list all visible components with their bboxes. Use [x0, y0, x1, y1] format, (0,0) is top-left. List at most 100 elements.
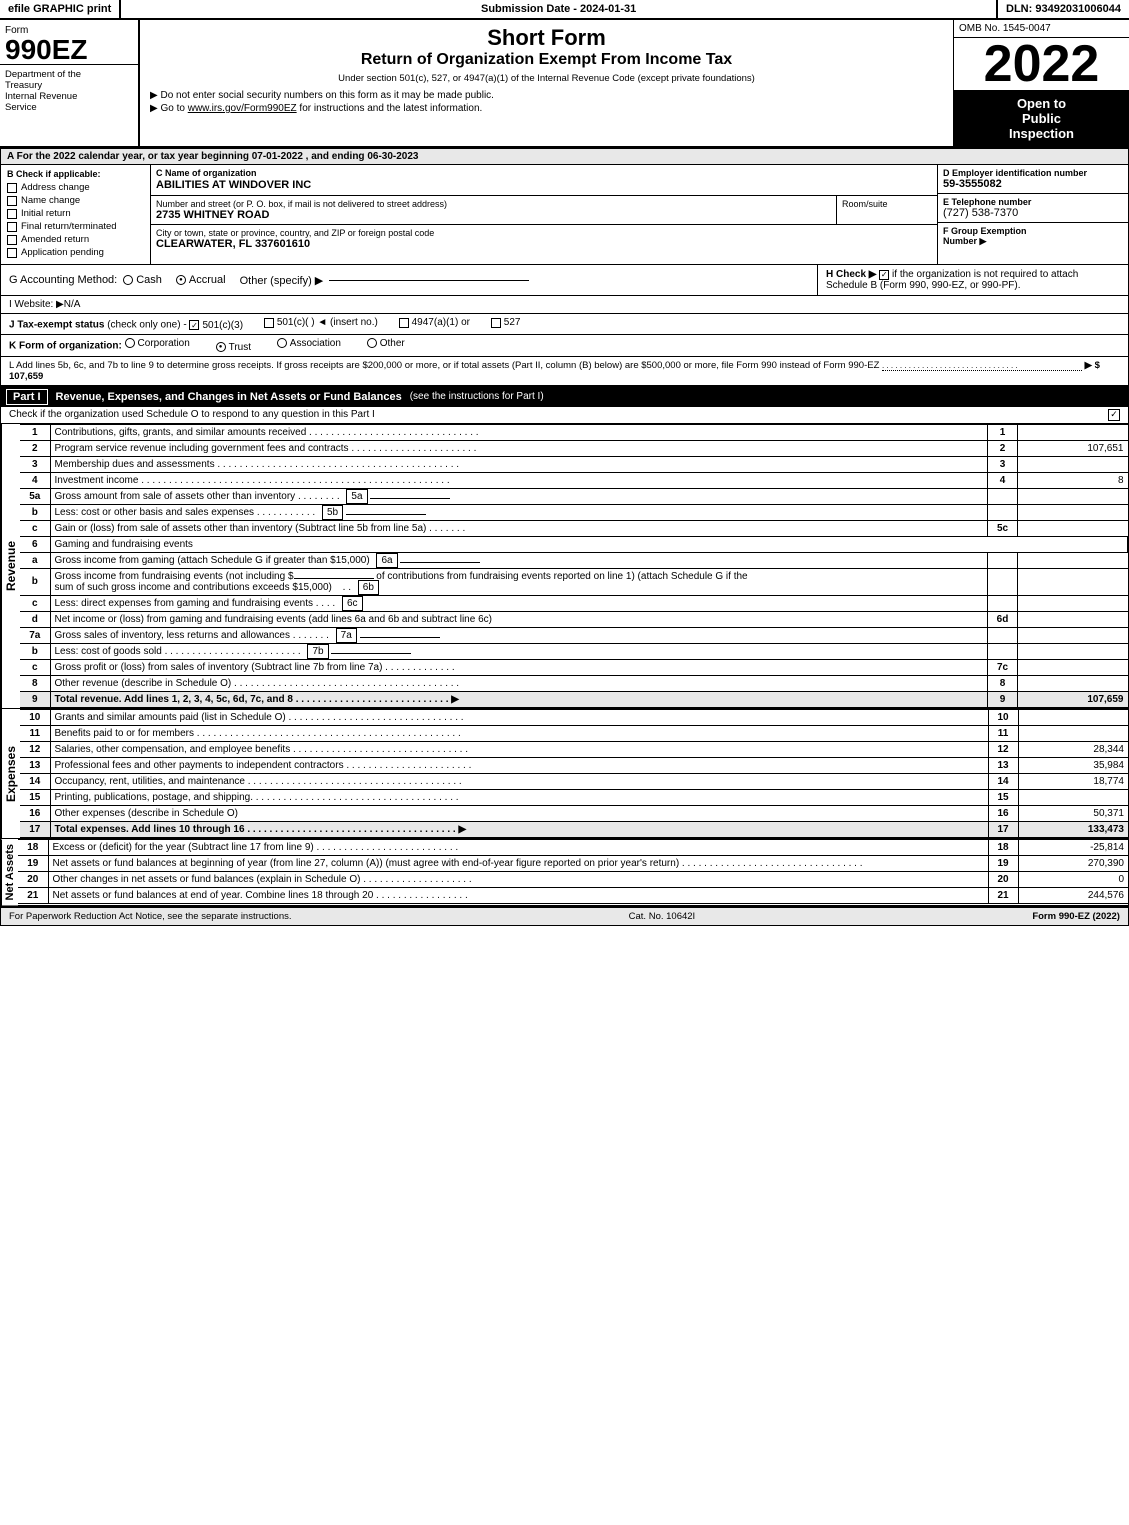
- revenue-table: 1 Contributions, gifts, grants, and simi…: [20, 424, 1128, 708]
- line-4-amount: 8: [1018, 472, 1128, 488]
- efile-label: efile GRAPHIC print: [0, 0, 121, 18]
- expenses-section: Expenses 10 Grants and similar amounts p…: [0, 709, 1129, 839]
- radio-cash[interactable]: [123, 275, 133, 285]
- net-assets-section: Net Assets 18 Excess or (deficit) for th…: [0, 839, 1129, 906]
- radio-corporation[interactable]: [125, 338, 135, 348]
- line-num-8: 8: [20, 675, 50, 691]
- line-6c-ref: [988, 595, 1018, 611]
- line-num-3: 3: [20, 456, 50, 472]
- table-row: 16 Other expenses (describe in Schedule …: [20, 805, 1128, 821]
- tax-527[interactable]: 527: [491, 317, 521, 328]
- h-check-label: H Check ▶: [826, 269, 879, 280]
- tax-4947[interactable]: 4947(a)(1) or: [399, 317, 470, 328]
- city-value: CLEARWATER, FL 337601610: [156, 238, 932, 250]
- revenue-lines-table: 1 Contributions, gifts, grants, and simi…: [20, 424, 1128, 708]
- label-501c3: 501(c)(3): [202, 320, 243, 331]
- checkbox-final-return[interactable]: [7, 222, 17, 232]
- line-21-ref: 21: [988, 887, 1018, 903]
- radio-accrual[interactable]: [176, 275, 186, 285]
- check-application-pending[interactable]: Application pending: [7, 247, 144, 258]
- line-7b-ref: [988, 643, 1018, 659]
- acct-accrual[interactable]: Accrual: [176, 274, 226, 286]
- label-trust: Trust: [229, 342, 251, 353]
- acct-cash[interactable]: Cash: [123, 274, 162, 286]
- checkbox-address-change[interactable]: [7, 183, 17, 193]
- table-row: 12 Salaries, other compensation, and emp…: [20, 741, 1128, 757]
- form-header: Form 990EZ Department of the Treasury In…: [0, 20, 1129, 147]
- tax-501c3[interactable]: ✓ 501(c)(3): [189, 320, 243, 331]
- check-address-change-label: Address change: [21, 182, 90, 193]
- line-6a-desc: Gross income from gaming (attach Schedul…: [50, 552, 988, 568]
- goto-line-text: ▶ Go to www.irs.gov/Form990EZ for instru…: [150, 103, 943, 114]
- line-18-amount: -25,814: [1018, 839, 1128, 855]
- form-header-right: OMB No. 1545-0047 2022 Open to Public In…: [954, 20, 1129, 146]
- line-12-desc: Salaries, other compensation, and employ…: [50, 741, 988, 757]
- line-20-ref: 20: [988, 871, 1018, 887]
- year-box: 2022: [954, 38, 1129, 91]
- phone-label: E Telephone number: [943, 197, 1123, 207]
- org-name-section: C Name of organization ABILITIES AT WIND…: [151, 165, 938, 264]
- org-corporation[interactable]: Corporation: [125, 338, 190, 349]
- expenses-lines-table: 10 Grants and similar amounts paid (list…: [20, 709, 1128, 838]
- org-name-value: ABILITIES AT WINDOVER INC: [156, 178, 932, 192]
- expenses-table: 10 Grants and similar amounts paid (list…: [20, 709, 1128, 838]
- line-9-desc: Total revenue. Add lines 1, 2, 3, 4, 5c,…: [50, 691, 988, 707]
- org-trust[interactable]: Trust: [216, 342, 251, 353]
- line-5c-ref: 5c: [988, 520, 1018, 536]
- address-value: 2735 WHITNEY ROAD: [156, 209, 831, 221]
- page: efile GRAPHIC print Submission Date - 20…: [0, 0, 1129, 926]
- org-other[interactable]: Other: [367, 338, 405, 349]
- checkbox-501c3[interactable]: ✓: [189, 320, 199, 330]
- line-7a-amount: [1018, 627, 1128, 643]
- line-6b-desc: Gross income from fundraising events (no…: [50, 568, 988, 595]
- line-num-7c: c: [20, 659, 50, 675]
- under-section-text: Under section 501(c), 527, or 4947(a)(1)…: [150, 73, 943, 84]
- checkbox-schedule-o[interactable]: ✓: [1108, 409, 1120, 421]
- line-6b-amount: [1018, 568, 1128, 595]
- checkbox-527[interactable]: [491, 318, 501, 328]
- check-initial-return[interactable]: Initial return: [7, 208, 144, 219]
- table-row: c Gain or (loss) from sale of assets oth…: [20, 520, 1128, 536]
- line-21-desc: Net assets or fund balances at end of ye…: [48, 887, 988, 903]
- table-row: 11 Benefits paid to or for members . . .…: [20, 725, 1128, 741]
- check-amended-return-label: Amended return: [21, 234, 89, 245]
- label-501c: 501(c)( ) ◄ (insert no.): [277, 317, 378, 328]
- radio-trust[interactable]: [216, 342, 226, 352]
- checkbox-initial-return[interactable]: [7, 209, 17, 219]
- line-19-ref: 19: [988, 855, 1018, 871]
- line-num-6: 6: [20, 536, 50, 552]
- checkbox-application-pending[interactable]: [7, 248, 17, 258]
- checkbox-h-check[interactable]: ✓: [879, 270, 889, 280]
- checkbox-amended-return[interactable]: [7, 235, 17, 245]
- other-specify-line[interactable]: [329, 280, 529, 281]
- checkbox-name-change[interactable]: [7, 196, 17, 206]
- line-6d-amount: [1018, 611, 1128, 627]
- add-lines-row: L Add lines 5b, 6c, and 7b to line 9 to …: [0, 357, 1129, 387]
- line-13-ref: 13: [988, 757, 1018, 773]
- checkbox-4947[interactable]: [399, 318, 409, 328]
- checkbox-501c[interactable]: [264, 318, 274, 328]
- line-17-ref: 17: [988, 821, 1018, 837]
- phone-block: E Telephone number (727) 538-7370: [938, 194, 1128, 223]
- radio-other[interactable]: [367, 338, 377, 348]
- check-name-change[interactable]: Name change: [7, 195, 144, 206]
- label-association: Association: [290, 338, 341, 349]
- radio-association[interactable]: [277, 338, 287, 348]
- table-row: 13 Professional fees and other payments …: [20, 757, 1128, 773]
- line-5c-desc: Gain or (loss) from sale of assets other…: [50, 520, 988, 536]
- line-2-ref: 2: [988, 440, 1018, 456]
- line-10-desc: Grants and similar amounts paid (list in…: [50, 709, 988, 725]
- check-final-return[interactable]: Final return/terminated: [7, 221, 144, 232]
- check-amended-return[interactable]: Amended return: [7, 234, 144, 245]
- check-address-change[interactable]: Address change: [7, 182, 144, 193]
- label-other: Other: [380, 338, 405, 349]
- tax-501c[interactable]: 501(c)( ) ◄ (insert no.): [264, 317, 378, 328]
- form-title-section: Short Form Return of Organization Exempt…: [140, 20, 954, 146]
- org-association[interactable]: Association: [277, 338, 341, 349]
- line-7c-ref: 7c: [988, 659, 1018, 675]
- h-check: H Check ▶ ✓ if the organization is not r…: [818, 265, 1128, 295]
- part-i-title: Revenue, Expenses, and Changes in Net As…: [56, 391, 402, 403]
- line-13-desc: Professional fees and other payments to …: [50, 757, 988, 773]
- form-label-footer: Form 990-EZ (2022): [1032, 911, 1120, 922]
- table-row: 2 Program service revenue including gove…: [20, 440, 1128, 456]
